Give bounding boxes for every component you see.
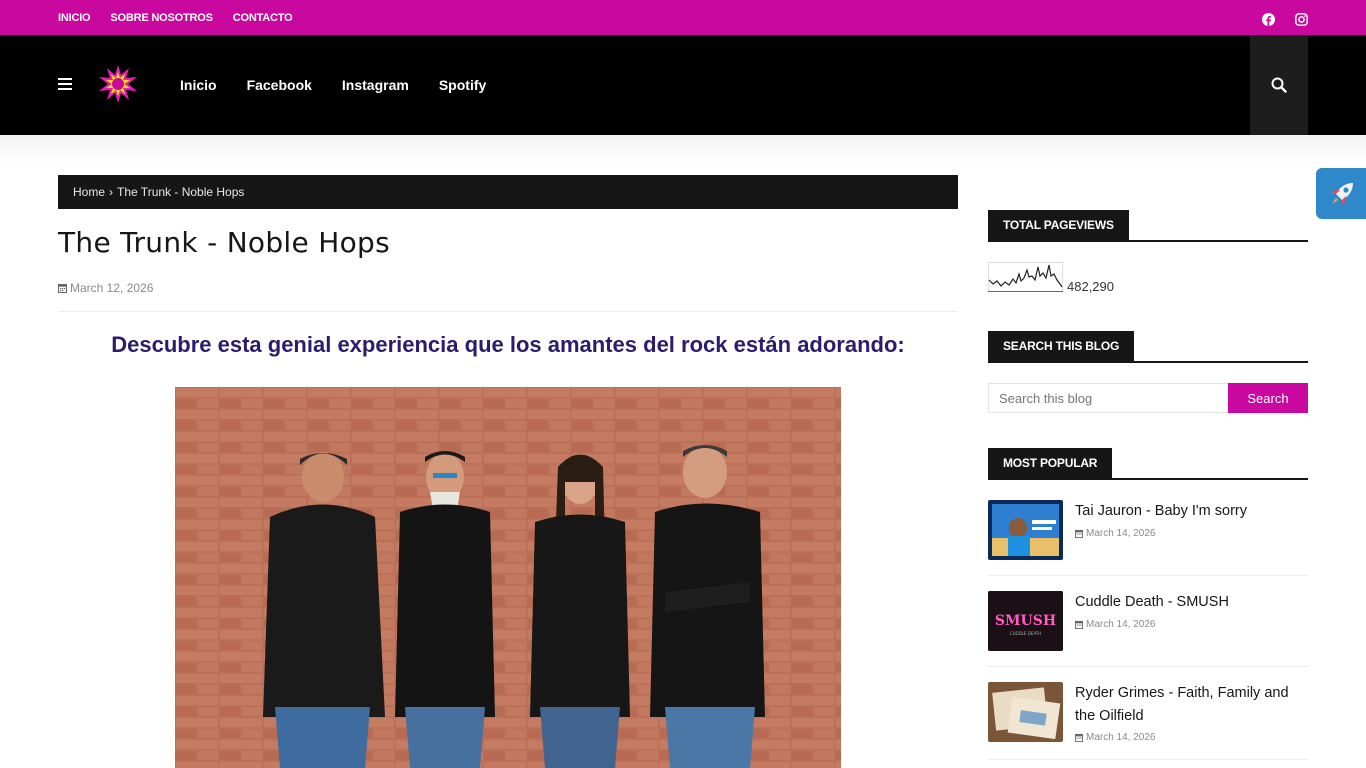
pageviews-title: TOTAL PAGEVIEWS: [988, 210, 1129, 240]
popular-post-title[interactable]: Cuddle Death - SMUSH: [1075, 591, 1308, 614]
post-divider: [58, 311, 958, 312]
top-bar: INICIO SOBRE NOSOTROS CONTACTO: [0, 0, 1366, 35]
popular-divider: [988, 759, 1308, 760]
popular-post-date: March 14, 2026: [1086, 528, 1156, 539]
rocket-button[interactable]: [1316, 168, 1366, 219]
rocket-icon: [1331, 182, 1353, 205]
search-widget-title: SEARCH THIS BLOG: [988, 331, 1135, 361]
popular-post-title[interactable]: Ryder Grimes - Faith, Family and the Oil…: [1075, 682, 1308, 728]
breadcrumb-current: The Trunk - Noble Hops: [117, 185, 245, 199]
band-photo[interactable]: [175, 387, 841, 768]
main-nav: Inicio Facebook Instagram Spotify: [180, 35, 486, 135]
widget-title-search: SEARCH THIS BLOG: [988, 331, 1308, 363]
nav-spotify[interactable]: Spotify: [439, 77, 486, 93]
search-icon: [1271, 77, 1287, 93]
breadcrumb-home[interactable]: Home: [73, 185, 105, 199]
popular-post-thumbnail[interactable]: [988, 500, 1063, 560]
popular-post-thumbnail[interactable]: [988, 682, 1063, 742]
top-nav-sobre-nosotros[interactable]: SOBRE NOSOTROS: [110, 12, 213, 24]
pageviews-sparkline: [988, 262, 1063, 292]
post-title: The Trunk - Noble Hops: [58, 226, 390, 259]
blog-search-button[interactable]: Search: [1228, 383, 1308, 413]
post-subheading: Descubre esta genial experiencia que los…: [111, 332, 905, 357]
top-nav-inicio[interactable]: INICIO: [58, 12, 91, 24]
popular-divider: [988, 666, 1308, 667]
thumbnail-cuddle-death-text: CUDDLE DEATH: [1010, 631, 1041, 636]
popular-post-thumbnail[interactable]: SMUSH CUDDLE DEATH: [988, 591, 1063, 651]
header-search-button[interactable]: [1250, 35, 1308, 135]
nav-instagram[interactable]: Instagram: [342, 77, 409, 93]
facebook-icon[interactable]: [1262, 11, 1275, 26]
blog-search-input[interactable]: [988, 383, 1228, 413]
calendar-icon: [1075, 733, 1083, 742]
nav-inicio[interactable]: Inicio: [180, 77, 217, 93]
post-meta: March 12, 2026: [58, 281, 153, 295]
breadcrumb-separator: ›: [109, 185, 114, 199]
popular-post-date: March 14, 2026: [1086, 619, 1156, 630]
calendar-icon: [1075, 620, 1083, 629]
popular-post-meta: March 14, 2026: [1075, 528, 1156, 539]
header-shadow: [0, 135, 1366, 163]
social-links: [1262, 0, 1308, 35]
popular-post-meta: March 14, 2026: [1075, 732, 1156, 743]
top-nav: INICIO SOBRE NOSOTROS CONTACTO: [58, 0, 293, 35]
main-header: Inicio Facebook Instagram Spotify: [0, 35, 1366, 135]
menu-icon[interactable]: [58, 78, 72, 92]
calendar-icon: [1075, 529, 1083, 538]
nav-facebook[interactable]: Facebook: [247, 77, 312, 93]
breadcrumb: Home › The Trunk - Noble Hops: [58, 175, 958, 209]
calendar-icon: [58, 284, 67, 293]
popular-divider: [988, 575, 1308, 576]
instagram-icon[interactable]: [1295, 11, 1308, 26]
thumbnail-smush-text: SMUSH: [995, 613, 1056, 629]
pageviews-count: 482,290: [1067, 279, 1114, 294]
popular-post-title[interactable]: Tai Jauron - Baby I'm sorry: [1075, 500, 1308, 523]
popular-widget-title: MOST POPULAR: [988, 448, 1113, 478]
popular-post-date: March 14, 2026: [1086, 732, 1156, 743]
popular-post-meta: March 14, 2026: [1075, 619, 1156, 630]
top-nav-contacto[interactable]: CONTACTO: [233, 12, 293, 24]
widget-title-pageviews: TOTAL PAGEVIEWS: [988, 210, 1308, 242]
site-logo[interactable]: [98, 64, 138, 104]
widget-title-popular: MOST POPULAR: [988, 448, 1308, 480]
post-date: March 12, 2026: [70, 281, 154, 295]
